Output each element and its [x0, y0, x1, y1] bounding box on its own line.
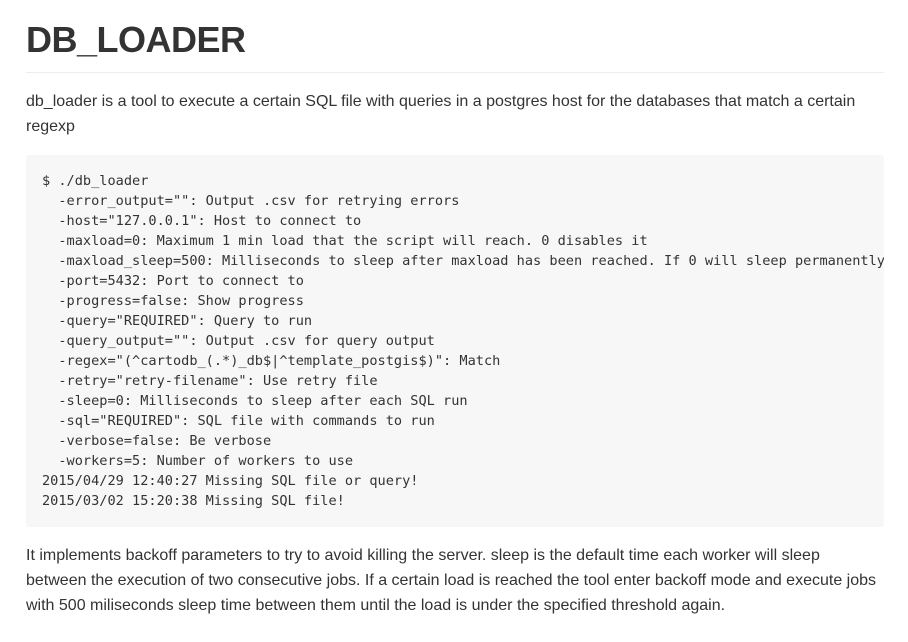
code-line: $ ./db_loader: [42, 173, 149, 189]
code-line: -progress=false: Show progress: [42, 293, 304, 309]
code-line: -query="REQUIRED": Query to run: [42, 313, 313, 329]
code-line: -workers=5: Number of workers to use: [42, 453, 353, 469]
code-line: -regex="(^cartodb_(.*)_db$|^template_pos…: [42, 353, 501, 369]
code-line: -maxload=0: Maximum 1 min load that the …: [42, 233, 648, 249]
code-line: -error_output="": Output .csv for retryi…: [42, 193, 460, 209]
code-line: 2015/04/29 12:40:27 Missing SQL file or …: [42, 473, 419, 489]
code-line: -query_output="": Output .csv for query …: [42, 333, 435, 349]
readme-document: DB_LOADER db_loader is a tool to execute…: [26, 0, 884, 618]
usage-code-block[interactable]: $ ./db_loader -error_output="": Output .…: [26, 155, 884, 527]
code-line: 2015/03/02 15:20:38 Missing SQL file!: [42, 493, 345, 509]
intro-paragraph: db_loader is a tool to execute a certain…: [26, 93, 856, 135]
backoff-description-paragraph: It implements backoff parameters to try …: [26, 547, 877, 614]
code-line: -host="127.0.0.1": Host to connect to: [42, 213, 362, 229]
code-line: -sleep=0: Milliseconds to sleep after ea…: [42, 393, 468, 409]
code-line: -port=5432: Port to connect to: [42, 273, 304, 289]
page-title: DB_LOADER: [26, 0, 884, 73]
code-line: -retry="retry-filename": Use retry file: [42, 373, 378, 389]
code-line: -sql="REQUIRED": SQL file with commands …: [42, 413, 435, 429]
code-line: -maxload_sleep=500: Milliseconds to slee…: [42, 253, 884, 269]
code-line: -verbose=false: Be verbose: [42, 433, 272, 449]
